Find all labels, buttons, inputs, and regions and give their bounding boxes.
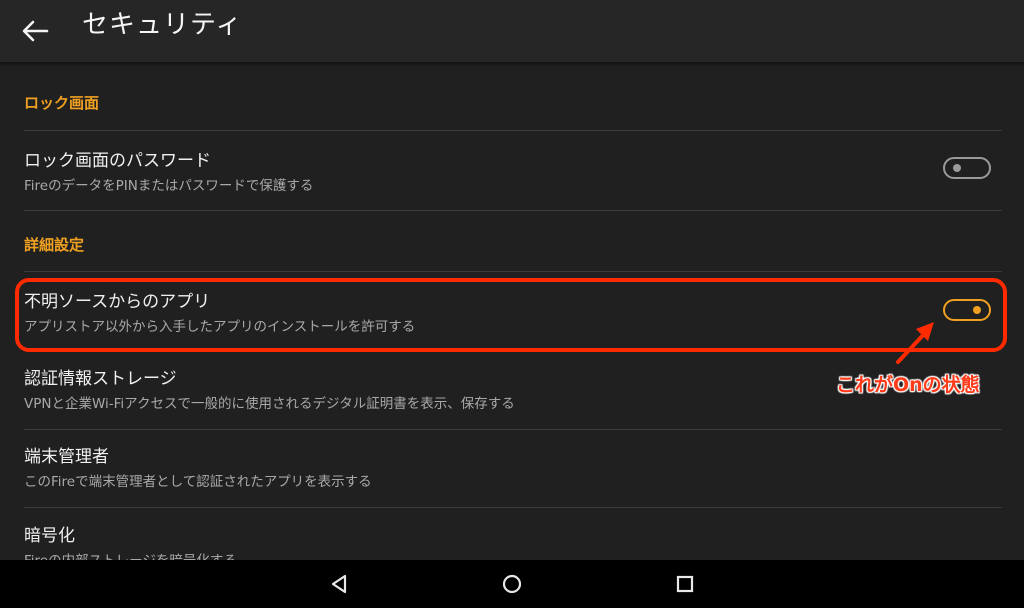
annotation-label: これがOnの状態	[836, 374, 980, 396]
setting-subtitle: Fireの内部ストレージを暗号化する	[24, 549, 237, 560]
triangle-back-icon	[331, 574, 347, 594]
setting-title: ロック画面のパスワード	[24, 151, 211, 171]
setting-subtitle: このFireで端末管理者として認証されたアプリを表示する	[24, 474, 372, 490]
divider	[24, 271, 1002, 272]
setting-title: 暗号化	[24, 526, 75, 546]
arrow-left-icon	[22, 20, 49, 42]
annotation-arrow-icon	[896, 322, 934, 364]
circle-home-icon	[502, 574, 522, 594]
setting-subtitle: VPNと企業Wi-Fiアクセスで一般的に使用されるデジタル証明書を表示、保存する	[24, 396, 515, 412]
back-button[interactable]	[14, 10, 56, 52]
setting-row-lock-password[interactable]: ロック画面のパスワード FireのデータをPINまたはパスワードで保護する	[0, 132, 1024, 208]
toggle-knob	[953, 164, 961, 172]
divider	[24, 210, 1002, 211]
top-app-bar: セキュリティ	[0, 0, 1024, 62]
setting-subtitle: FireのデータをPINまたはパスワードで保護する	[24, 178, 314, 194]
nav-back-button[interactable]	[321, 568, 357, 600]
lock-password-toggle[interactable]	[943, 157, 991, 179]
unknown-sources-toggle[interactable]	[943, 299, 991, 321]
nav-recents-button[interactable]	[667, 568, 703, 600]
setting-row-device-admins[interactable]: 端末管理者 このFireで端末管理者として認証されたアプリを表示する	[0, 430, 1024, 506]
section-header-advanced: 詳細設定	[24, 236, 85, 254]
divider	[24, 130, 1002, 131]
setting-title: 認証情報ストレージ	[24, 369, 177, 389]
setting-row-unknown-sources[interactable]: 不明ソースからのアプリ アプリストア以外から入手したアプリのインストールを許可す…	[0, 274, 1024, 350]
system-navigation-bar	[0, 560, 1024, 608]
settings-list[interactable]: ロック画面 ロック画面のパスワード FireのデータをPINまたはパスワードで保…	[0, 62, 1024, 560]
setting-title: 端末管理者	[24, 447, 109, 467]
square-recents-icon	[676, 575, 694, 593]
toggle-knob	[973, 306, 981, 314]
section-header-lock-screen: ロック画面	[24, 94, 100, 112]
security-settings-screen: セキュリティ ロック画面 ロック画面のパスワード FireのデータをPINまたは…	[0, 0, 1024, 608]
setting-subtitle: アプリストア以外から入手したアプリのインストールを許可する	[24, 319, 416, 335]
setting-title: 不明ソースからのアプリ	[24, 292, 211, 312]
nav-home-button[interactable]	[494, 568, 530, 600]
setting-row-encryption[interactable]: 暗号化 Fireの内部ストレージを暗号化する	[0, 508, 1024, 560]
page-title: セキュリティ	[82, 10, 243, 40]
